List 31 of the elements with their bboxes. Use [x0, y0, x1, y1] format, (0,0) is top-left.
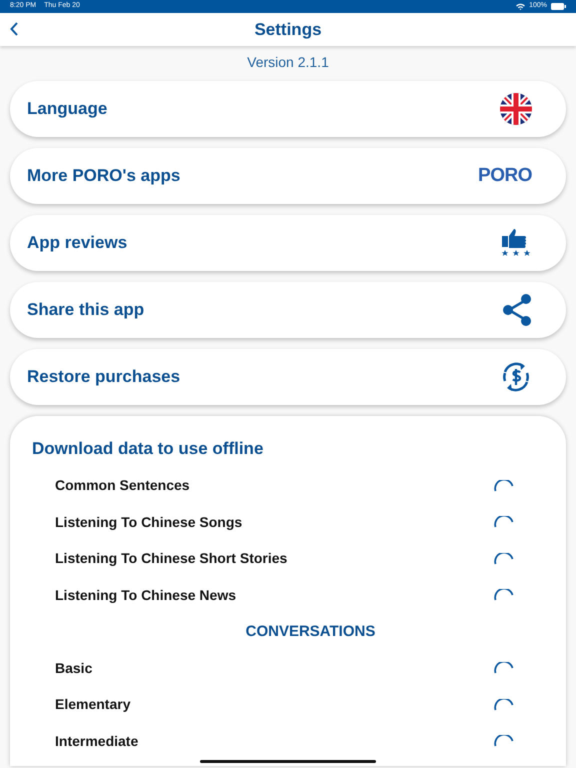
refresh-dollar-icon [500, 361, 532, 393]
download-item[interactable]: Listening To Chinese Short Stories [55, 548, 288, 570]
loading-spinner-icon [494, 516, 514, 528]
section-title: Download data to use offline [32, 438, 264, 460]
loading-spinner-icon [494, 662, 514, 674]
flag-icon [500, 93, 532, 125]
download-item[interactable]: Listening To Chinese Songs [55, 512, 242, 533]
download-item[interactable]: Listening To Chinese News [55, 584, 236, 606]
loading-spinner-icon [494, 589, 514, 602]
page-title: Settings [254, 18, 322, 41]
download-item[interactable]: Elementary [55, 694, 130, 716]
menu-item[interactable]: Share this app [10, 282, 566, 338]
loading-spinner-icon [494, 552, 514, 565]
loading-spinner-icon [494, 698, 514, 711]
download-item[interactable]: Intermediate [55, 730, 138, 752]
menu-item[interactable]: More PORO's apps PORO [10, 148, 566, 204]
thumbs-up-stars-icon [500, 228, 532, 258]
menu-item[interactable]: App reviews [10, 215, 566, 271]
section-heading: CONVERSATIONS [244, 622, 376, 642]
version-text: Version 2.1.1 [246, 53, 330, 72]
download-item[interactable]: Common Sentences [55, 475, 190, 496]
loading-spinner-icon [494, 480, 514, 492]
poro-logo: PORO [478, 164, 532, 188]
back-icon[interactable] [10, 22, 19, 36]
wifi-icon [516, 3, 526, 10]
menu-item[interactable]: Restore purchases [10, 349, 566, 405]
download-item[interactable]: Basic [55, 658, 92, 679]
loading-spinner-icon [494, 735, 514, 748]
menu-item[interactable]: Language [10, 81, 566, 137]
battery-icon [551, 3, 566, 10]
share-icon [502, 294, 532, 326]
